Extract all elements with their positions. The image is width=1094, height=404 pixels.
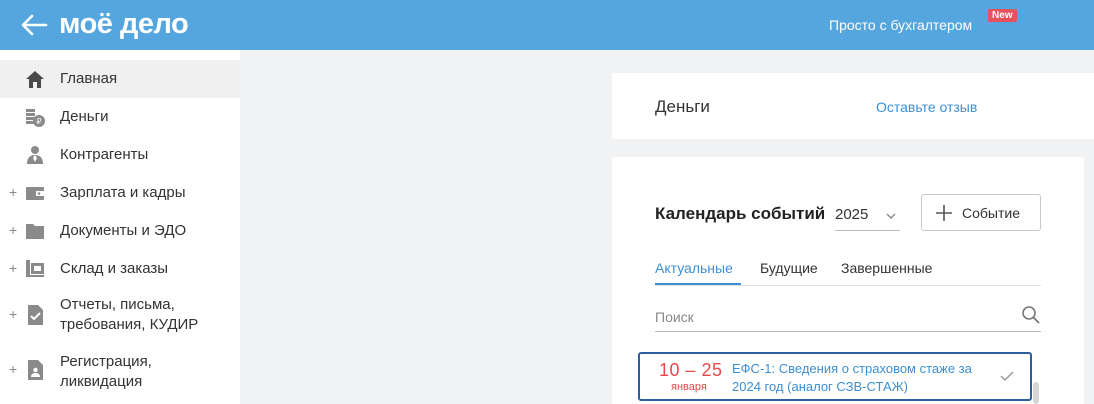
sidebar-item-label: Зарплата и кадры xyxy=(60,184,186,201)
home-icon xyxy=(26,71,44,88)
sidebar-item-money[interactable]: ₽ Деньги xyxy=(0,98,240,136)
active-tab-underline xyxy=(655,283,741,285)
contractor-icon xyxy=(27,146,43,164)
cart-icon xyxy=(26,260,44,277)
new-badge: New xyxy=(988,9,1017,22)
scrollbar[interactable] xyxy=(1033,382,1039,404)
sidebar-item-label: Документы и ЭДО xyxy=(60,222,187,239)
add-event-button[interactable]: Событие xyxy=(921,194,1041,231)
sidebar-item-label: Главная xyxy=(60,70,118,87)
chevron-down-icon xyxy=(886,213,896,219)
coins-icon: ₽ xyxy=(26,109,45,127)
event-title: ЕФС-1: Сведения о страховом стаже за 202… xyxy=(732,361,972,394)
sidebar: Главная ₽ Деньги Контрагенты + Зарплата … xyxy=(0,50,240,404)
money-card-title: Деньги xyxy=(655,97,710,116)
report-icon xyxy=(28,305,43,325)
calendar-title: Календарь событий xyxy=(655,204,826,223)
sidebar-item-contractors[interactable]: Контрагенты xyxy=(0,136,240,174)
promo-link[interactable]: Просто с бухгалтером xyxy=(829,17,972,33)
logo[interactable]: моё дело xyxy=(59,4,189,44)
tab-future[interactable]: Будущие xyxy=(760,260,818,276)
svg-text:₽: ₽ xyxy=(36,117,41,126)
sidebar-item-documents[interactable]: + Документы и ЭДО xyxy=(0,212,240,250)
tab-completed[interactable]: Завершенные xyxy=(841,260,932,276)
sidebar-item-salary[interactable]: + Зарплата и кадры xyxy=(0,174,240,212)
registration-icon xyxy=(28,360,43,380)
expand-plus-icon[interactable]: + xyxy=(9,260,17,276)
event-month: января xyxy=(671,381,707,393)
sidebar-item-reports[interactable]: + Отчеты, письма, требования, КУДИР xyxy=(0,288,240,342)
event-list-item[interactable]: 10 – 25 января ЕФС-1: Сведения о страхов… xyxy=(638,352,1032,401)
sidebar-item-label: Контрагенты xyxy=(60,146,149,163)
sidebar-item-label: Отчеты, письма, требования, КУДИР xyxy=(60,296,199,333)
sidebar-item-home[interactable]: Главная xyxy=(0,60,240,98)
plus-icon xyxy=(936,205,952,221)
add-event-label: Событие xyxy=(962,205,1020,221)
tab-current[interactable]: Актуальные xyxy=(655,260,733,276)
year-value: 2025 xyxy=(835,206,869,223)
sidebar-item-label: Регистрация, ликвидация xyxy=(60,353,152,390)
sidebar-item-label: Склад и заказы xyxy=(60,260,169,277)
expand-plus-icon[interactable]: + xyxy=(9,361,17,377)
folder-icon xyxy=(26,224,44,239)
sidebar-item-label: Деньги xyxy=(60,108,109,125)
wallet-icon xyxy=(26,187,44,200)
search-icon[interactable] xyxy=(1021,305,1041,325)
top-bar: моё дело Просто с бухгалтером New xyxy=(0,0,1094,50)
year-select[interactable]: 2025 xyxy=(835,201,900,231)
tabs-divider xyxy=(655,285,1041,286)
calendar-card: Календарь событий 2025 Событие Актуальны… xyxy=(612,157,1084,404)
search-box xyxy=(655,303,1041,332)
expand-plus-icon[interactable]: + xyxy=(9,222,17,238)
sidebar-item-registration[interactable]: + Регистрация, ликвидация xyxy=(0,342,240,398)
checkmark-icon[interactable] xyxy=(1000,370,1014,382)
search-input[interactable] xyxy=(655,305,1005,329)
event-date-range: 10 – 25 xyxy=(659,360,723,380)
feedback-link[interactable]: Оставьте отзыв xyxy=(876,99,977,115)
money-card: Деньги Оставьте отзыв xyxy=(612,73,1094,139)
expand-plus-icon[interactable]: + xyxy=(9,306,17,322)
back-arrow-icon[interactable] xyxy=(20,12,48,38)
expand-plus-icon[interactable]: + xyxy=(9,184,17,200)
sidebar-item-warehouse[interactable]: + Склад и заказы xyxy=(0,250,240,288)
